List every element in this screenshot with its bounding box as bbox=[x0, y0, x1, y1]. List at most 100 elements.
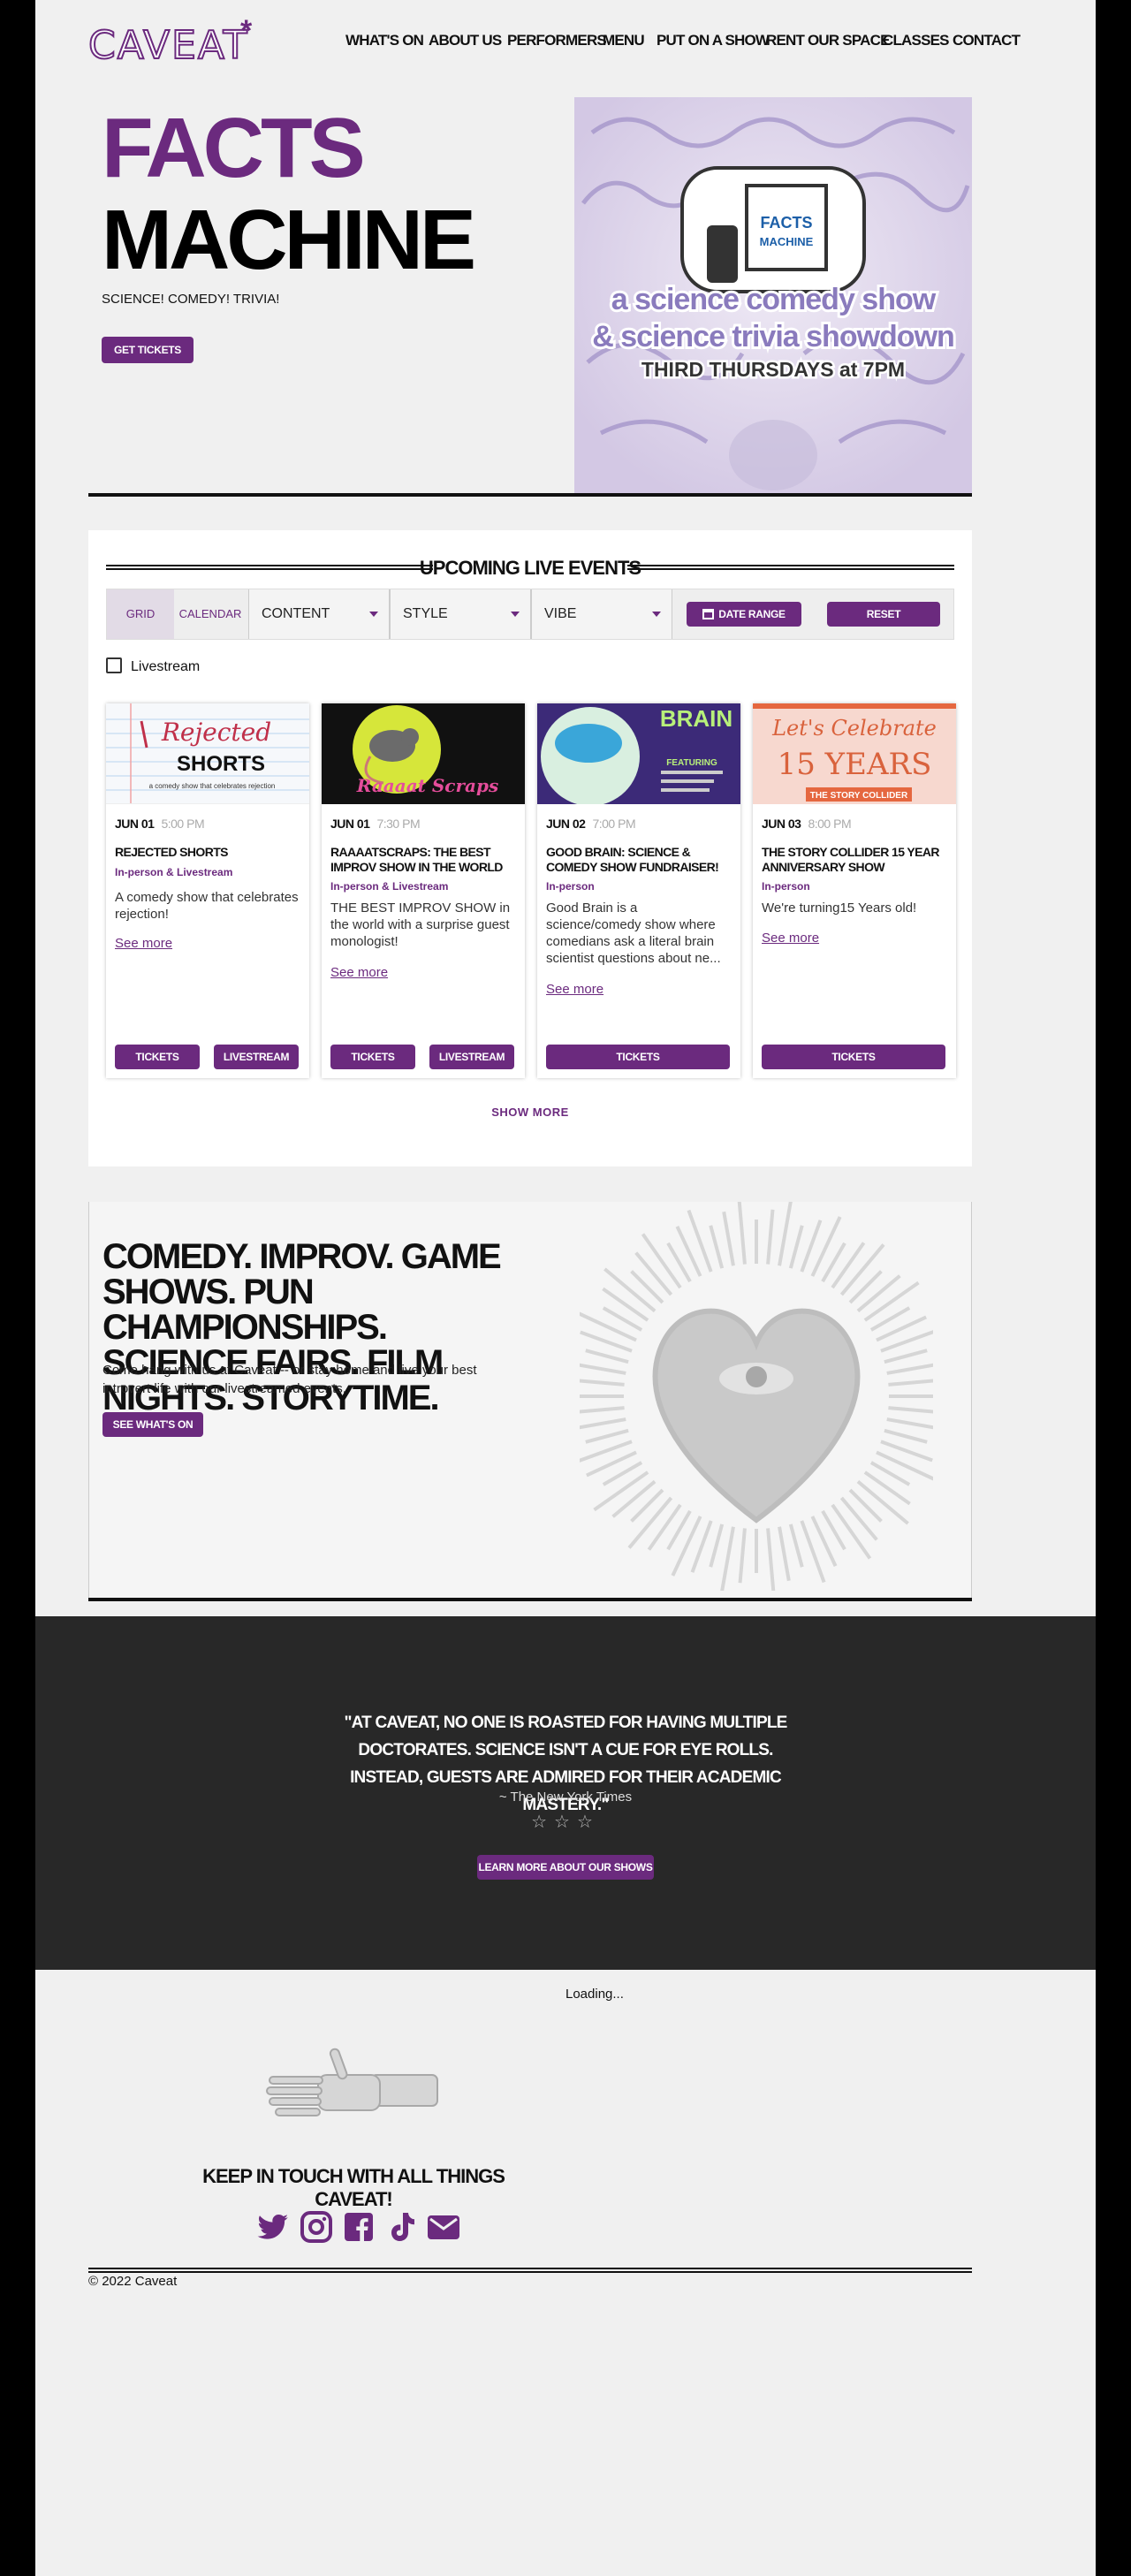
nav-whats-on[interactable]: WHAT'S ON bbox=[345, 32, 424, 49]
promo-text: Come hang with us at Caveat -- or stay h… bbox=[102, 1363, 477, 1396]
tab-grid[interactable]: GRID bbox=[107, 589, 174, 639]
star-icons: ☆☆☆ bbox=[531, 1812, 600, 1832]
chevron-down-icon bbox=[369, 612, 378, 617]
event-title[interactable]: RAAAATSCRAPS: THE BEST IMPROV SHOW IN TH… bbox=[330, 845, 516, 875]
livestream-button[interactable]: LIVESTREAM bbox=[429, 1045, 514, 1069]
svg-text:BRAIN: BRAIN bbox=[660, 705, 732, 732]
style-select-label: STYLE bbox=[403, 606, 448, 621]
learn-more-button[interactable]: LEARN MORE ABOUT OUR SHOWS bbox=[477, 1855, 654, 1880]
nav-contact[interactable]: CONTACT bbox=[953, 32, 1021, 49]
press-quote-section: "AT CAVEAT, NO ONE IS ROASTED FOR HAVING… bbox=[35, 1616, 1096, 1970]
tickets-button[interactable]: TICKETS bbox=[546, 1045, 730, 1069]
get-tickets-button[interactable]: GET TICKETS bbox=[102, 337, 194, 363]
event-card[interactable]: Rejected SHORTS a comedy show that celeb… bbox=[106, 703, 309, 1078]
livestream-label: Livestream bbox=[131, 659, 201, 674]
see-more-link[interactable]: See more bbox=[330, 965, 388, 980]
hero-title-line2: MACHINE bbox=[102, 193, 476, 287]
events-heading: UPCOMING LIVE EVENTS bbox=[106, 557, 954, 579]
event-type: In-person bbox=[546, 880, 595, 893]
tickets-button[interactable]: TICKETS bbox=[762, 1045, 945, 1069]
promo-divider bbox=[88, 1598, 972, 1601]
livestream-button[interactable]: LIVESTREAM bbox=[214, 1045, 299, 1069]
event-image: BRAIN FEATURING bbox=[537, 703, 740, 804]
date-range-label: DATE RANGE bbox=[718, 608, 786, 620]
svg-text:Let's Celebrate: Let's Celebrate bbox=[771, 716, 937, 741]
date-range-button[interactable]: DATE RANGE bbox=[687, 602, 801, 627]
hero-title-line1: FACTS bbox=[102, 101, 366, 195]
event-date: JUN 03 8:00 PM bbox=[762, 817, 852, 831]
event-description: We're turning15 Years old! bbox=[762, 900, 917, 916]
see-more-link[interactable]: See more bbox=[546, 982, 603, 997]
promo-section: COMEDY. IMPROV. GAME SHOWS. PUN CHAMPION… bbox=[88, 1202, 972, 1600]
event-card[interactable]: Let's Celebrate 15 YEARS THE STORY COLLI… bbox=[753, 703, 956, 1078]
event-title[interactable]: REJECTED SHORTS bbox=[115, 845, 300, 860]
events-title: UPCOMING LIVE EVENTS bbox=[419, 557, 641, 579]
content-select-label: CONTENT bbox=[262, 606, 330, 621]
vibe-select-label: VIBE bbox=[544, 606, 577, 621]
tickets-button[interactable]: TICKETS bbox=[115, 1045, 200, 1069]
event-date: JUN 02 7:00 PM bbox=[546, 817, 636, 831]
content-select[interactable]: CONTENT bbox=[248, 589, 390, 639]
livestream-filter[interactable]: Livestream bbox=[106, 657, 200, 675]
quote-source: ~ The New York Times bbox=[498, 1790, 633, 1805]
poster-line2: & science trivia showdown bbox=[592, 320, 954, 353]
livestream-checkbox[interactable] bbox=[106, 657, 122, 673]
nav-menu[interactable]: MENU bbox=[603, 32, 645, 49]
poster-line1: a science comedy show bbox=[611, 283, 937, 316]
svg-text:15 YEARS: 15 YEARS bbox=[778, 747, 932, 782]
logo-star: * bbox=[240, 14, 253, 48]
see-whats-on-button[interactable]: SEE WHAT'S ON bbox=[102, 1412, 203, 1437]
event-date: JUN 01 7:30 PM bbox=[330, 817, 421, 831]
heart-eye-illustration bbox=[580, 1202, 933, 1591]
email-icon[interactable] bbox=[426, 2209, 461, 2245]
see-more-link[interactable]: See more bbox=[115, 936, 172, 951]
see-more-link[interactable]: See more bbox=[762, 931, 819, 946]
event-image: Let's Celebrate 15 YEARS THE STORY COLLI… bbox=[753, 703, 956, 804]
instagram-icon[interactable] bbox=[299, 2209, 334, 2245]
style-select[interactable]: STYLE bbox=[390, 589, 531, 639]
show-more-button[interactable]: SHOW MORE bbox=[88, 1106, 972, 1119]
tab-calendar[interactable]: CALENDAR bbox=[174, 589, 247, 639]
tiktok-icon[interactable] bbox=[383, 2209, 419, 2245]
vibe-select[interactable]: VIBE bbox=[531, 589, 672, 639]
mechanical-hand-illustration bbox=[266, 2048, 438, 2116]
poster-badge-bottom: MACHINE bbox=[760, 235, 814, 248]
loading-text: Loading... bbox=[566, 1987, 624, 2002]
nav-about-us[interactable]: ABOUT US bbox=[429, 32, 502, 49]
keep-in-touch-heading: KEEP IN TOUCH WITH ALL THINGS CAVEAT! bbox=[202, 2165, 505, 2210]
copyright: © 2022 Caveat bbox=[88, 2274, 178, 2289]
footer-divider bbox=[88, 2268, 972, 2273]
event-title[interactable]: GOOD BRAIN: SCIENCE & COMEDY SHOW FUNDRA… bbox=[546, 845, 732, 875]
brain-slice-illustration: FACTS MACHINE a science comedy show & sc… bbox=[574, 97, 972, 495]
facts-machine-poster: FACTS MACHINE a science comedy show & sc… bbox=[574, 97, 972, 495]
svg-text:SHORTS: SHORTS bbox=[177, 752, 265, 776]
chevron-down-icon bbox=[511, 612, 520, 617]
event-card[interactable]: BRAIN FEATURING JUN 02 7:00 PM GOOD BRAIN… bbox=[537, 703, 740, 1078]
upcoming-events-section: UPCOMING LIVE EVENTS GRID CALENDAR CONTE… bbox=[88, 530, 972, 1166]
event-type: In-person & Livestream bbox=[330, 880, 449, 893]
event-card[interactable]: Raaaat Scraps JUN 01 7:30 PM RAAAATSCRAPS… bbox=[322, 703, 525, 1078]
svg-text:a comedy show that celebrates: a comedy show that celebrates rejection bbox=[149, 782, 276, 790]
event-description: Good Brain is a science/comedy show wher… bbox=[546, 900, 721, 966]
chevron-down-icon bbox=[652, 612, 661, 617]
event-description: A comedy show that celebrates rejection! bbox=[115, 890, 299, 922]
reset-button[interactable]: RESET bbox=[827, 602, 940, 627]
event-type: In-person bbox=[762, 880, 810, 893]
event-title[interactable]: THE STORY COLLIDER 15 YEAR ANNIVERSARY S… bbox=[762, 845, 947, 875]
event-description: THE BEST IMPROV SHOW in the world with a… bbox=[330, 900, 511, 949]
twitter-icon[interactable] bbox=[256, 2209, 292, 2245]
poster-badge-top: FACTS bbox=[760, 214, 812, 232]
poster-line3: THIRD THURSDAYS at 7PM bbox=[641, 358, 905, 381]
caveat-logo[interactable]: CAVEAT bbox=[87, 22, 248, 69]
calendar-icon bbox=[702, 609, 715, 619]
svg-text:FEATURING: FEATURING bbox=[666, 758, 717, 768]
facebook-icon[interactable] bbox=[341, 2209, 376, 2245]
nav-put-on-a-show[interactable]: PUT ON A SHOW bbox=[657, 32, 770, 49]
event-type: In-person & Livestream bbox=[115, 866, 233, 878]
event-filters: GRID CALENDAR CONTENT STYLE VIBE DATE RA… bbox=[106, 589, 954, 640]
nav-rent-our-space[interactable]: RENT OUR SPACE bbox=[766, 32, 890, 49]
event-image: Rejected SHORTS a comedy show that celeb… bbox=[106, 703, 309, 804]
nav-classes[interactable]: CLASSES bbox=[883, 32, 949, 49]
tickets-button[interactable]: TICKETS bbox=[330, 1045, 415, 1069]
nav-performers[interactable]: PERFORMERS bbox=[507, 32, 607, 49]
